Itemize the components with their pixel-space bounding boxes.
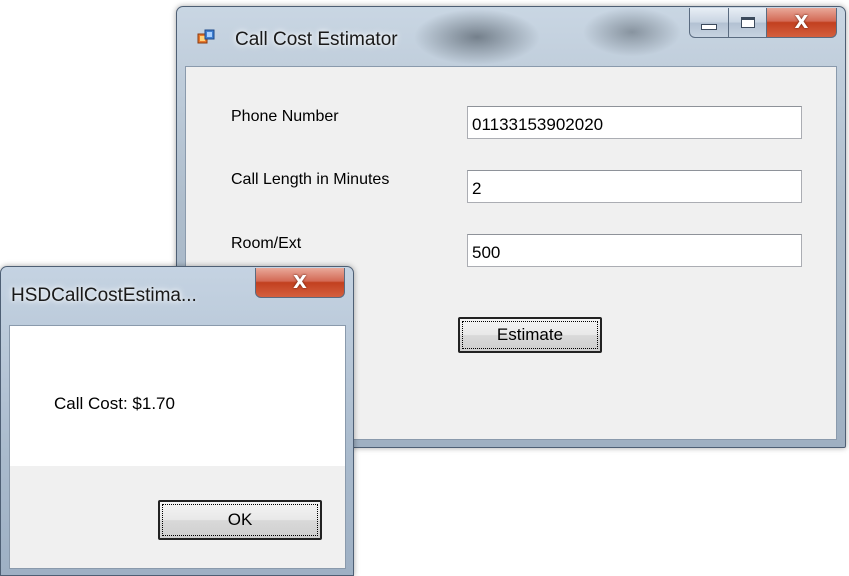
call-length-input[interactable] <box>467 170 802 203</box>
message-box-title: HSDCallCostEstima... <box>11 285 197 306</box>
form-app-icon <box>197 29 215 44</box>
main-titlebar[interactable]: Call Cost Estimator X <box>177 7 845 65</box>
window-title: Call Cost Estimator <box>235 29 398 50</box>
room-ext-input[interactable] <box>467 234 802 267</box>
close-icon: X <box>293 272 307 293</box>
close-button[interactable]: X <box>767 8 837 38</box>
minimize-button[interactable] <box>689 8 729 38</box>
message-box-body: Call Cost: $1.70 OK <box>9 325 346 569</box>
message-content-area: Call Cost: $1.70 <box>10 326 345 466</box>
room-ext-label: Room/Ext <box>231 235 302 252</box>
maximize-icon <box>740 17 755 28</box>
estimate-button-label: Estimate <box>462 321 598 349</box>
ok-button-label: OK <box>162 504 318 536</box>
minimize-icon <box>701 23 717 30</box>
maximize-button[interactable] <box>729 8 767 38</box>
call-cost-message: Call Cost: $1.70 <box>54 394 175 413</box>
caption-buttons: X <box>689 8 837 38</box>
call-length-label: Call Length in Minutes <box>231 171 390 188</box>
call-cost-message-box: HSDCallCostEstima... X Call Cost: $1.70 … <box>0 266 354 576</box>
phone-number-input[interactable] <box>467 106 802 139</box>
ok-button[interactable]: OK <box>158 500 322 540</box>
phone-number-label: Phone Number <box>231 108 339 125</box>
close-icon: X <box>794 12 809 33</box>
message-box-close-button[interactable]: X <box>255 268 345 298</box>
estimate-button[interactable]: Estimate <box>458 317 602 353</box>
